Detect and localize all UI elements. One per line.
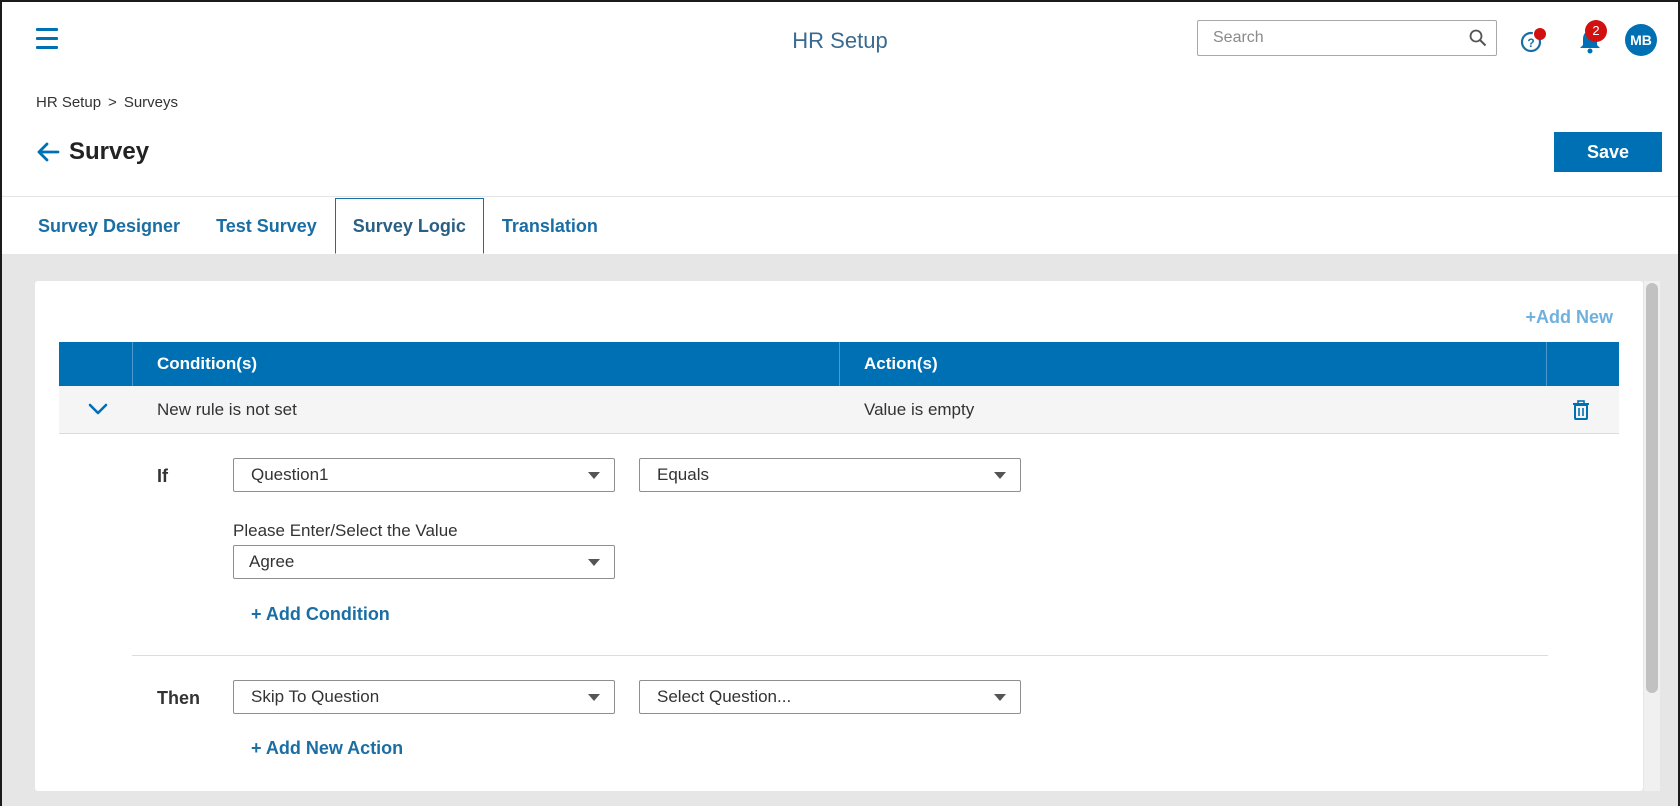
caret-down-icon (588, 694, 600, 701)
tab-bar: Survey Designer Test Survey Survey Logic… (20, 198, 616, 254)
svg-text:?: ? (1527, 36, 1534, 50)
rule-row[interactable]: New rule is not set Value is empty (59, 386, 1619, 434)
condition-question-value: Question1 (251, 465, 329, 484)
caret-down-icon (588, 559, 600, 566)
header-divider (2, 196, 1678, 197)
caret-down-icon (588, 472, 600, 479)
rule-action-summary: Value is empty (864, 400, 975, 419)
chevron-down-icon[interactable] (87, 400, 109, 418)
section-divider (132, 655, 1548, 656)
condition-value-select[interactable]: Agree (233, 545, 615, 579)
if-label: If (157, 466, 168, 486)
tab-test-survey[interactable]: Test Survey (198, 198, 335, 254)
action-type-select[interactable]: Skip To Question (233, 680, 615, 714)
add-new-action-link[interactable]: + Add New Action (251, 738, 403, 759)
tab-survey-designer[interactable]: Survey Designer (20, 198, 198, 254)
column-divider (839, 342, 840, 386)
action-type-value: Skip To Question (251, 687, 380, 706)
rules-grid-header: Condition(s) Action(s) (59, 342, 1619, 386)
scrollbar[interactable] (1644, 281, 1660, 791)
trash-icon[interactable] (1571, 399, 1591, 421)
search-box (1197, 20, 1497, 56)
save-button[interactable]: Save (1554, 132, 1662, 172)
caret-down-icon (994, 472, 1006, 479)
search-icon[interactable] (1469, 29, 1487, 47)
breadcrumb-item-surveys[interactable]: Surveys (124, 94, 178, 111)
column-header-actions: Action(s) (864, 354, 938, 373)
condition-operator-select[interactable]: Equals (639, 458, 1021, 492)
column-header-conditions: Condition(s) (157, 354, 258, 373)
back-arrow-icon[interactable] (36, 140, 60, 164)
breadcrumb-separator: > (108, 94, 117, 111)
add-new-label: Add New (1535, 307, 1613, 327)
column-divider (132, 342, 133, 386)
condition-question-select[interactable]: Question1 (233, 458, 615, 492)
breadcrumb: HR Setup > Surveys (36, 94, 178, 111)
page-title: Survey (69, 138, 150, 165)
notification-badge: 2 (1585, 20, 1607, 42)
breadcrumb-item-hr-setup[interactable]: HR Setup (36, 94, 101, 111)
scrollbar-thumb[interactable] (1646, 283, 1658, 693)
condition-value-value: Agree (249, 552, 295, 571)
plus-icon: + (1525, 307, 1536, 327)
add-new-button[interactable]: +Add New (1525, 307, 1613, 328)
add-condition-link[interactable]: + Add Condition (251, 604, 390, 625)
top-bar: HR Setup ? 2 MB (2, 2, 1678, 82)
then-label: Then (157, 688, 200, 708)
help-alert-dot (1534, 28, 1546, 40)
tab-survey-logic[interactable]: Survey Logic (334, 198, 484, 254)
rule-condition-summary: New rule is not set (157, 400, 297, 419)
caret-down-icon (994, 694, 1006, 701)
condition-operator-value: Equals (657, 465, 709, 484)
column-divider (1546, 342, 1547, 386)
avatar[interactable]: MB (1625, 24, 1657, 56)
action-target-placeholder: Select Question... (657, 687, 792, 706)
search-input[interactable] (1198, 21, 1448, 55)
tab-translation[interactable]: Translation (484, 198, 616, 254)
condition-value-label: Please Enter/Select the Value (233, 521, 458, 540)
survey-logic-panel: +Add New Condition(s) Action(s) New rule… (35, 281, 1643, 791)
action-target-select[interactable]: Select Question... (639, 680, 1021, 714)
